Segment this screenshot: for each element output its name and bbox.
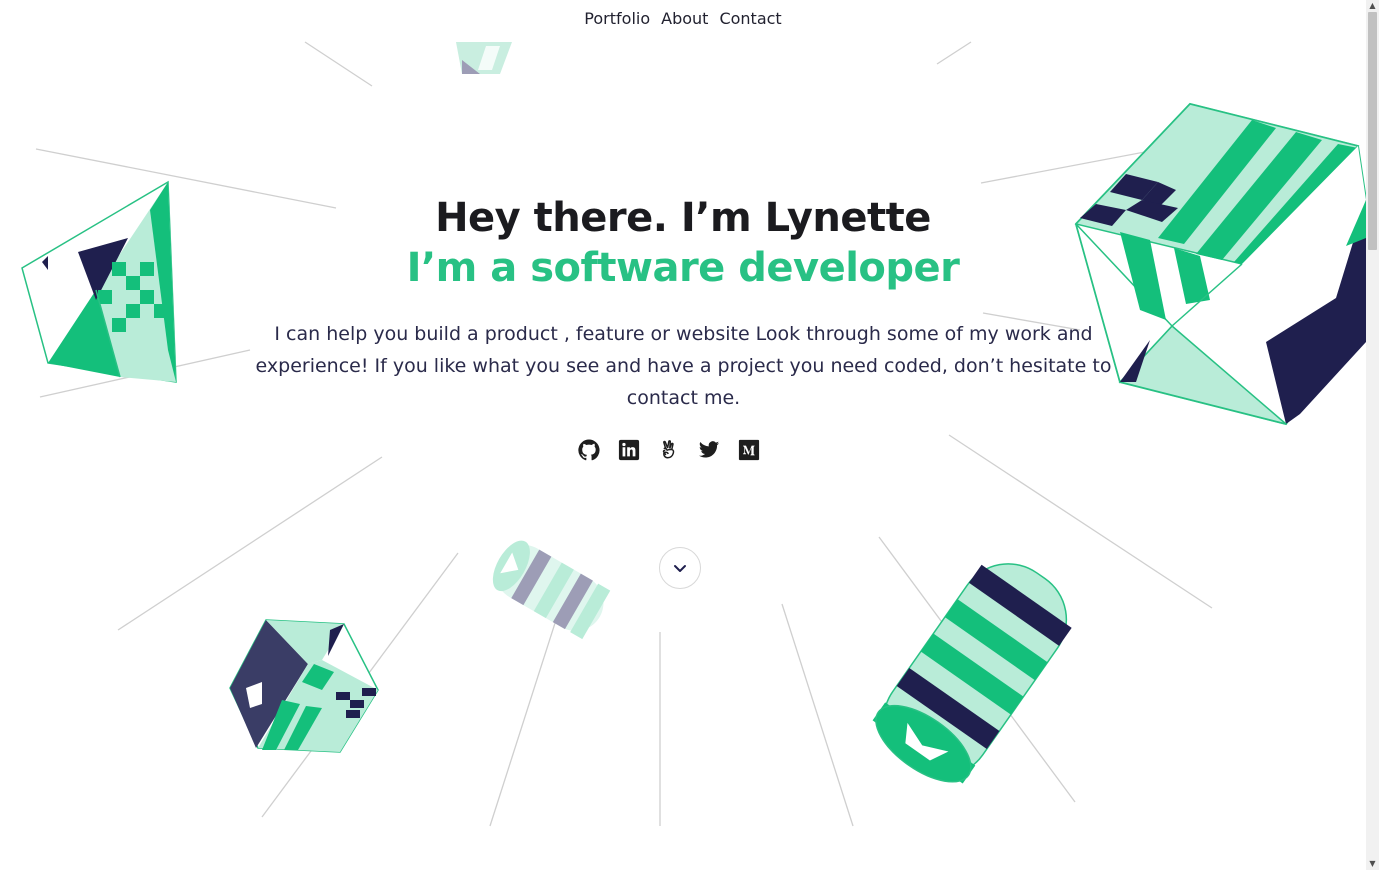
chevron-down-icon (674, 565, 686, 572)
medium-icon[interactable] (738, 439, 760, 461)
hero-subtitle: I’m a software developer (406, 245, 960, 291)
scroll-up-arrow-icon[interactable]: ▲ (1366, 0, 1379, 12)
top-cube-shape (456, 42, 512, 74)
github-icon[interactable] (578, 439, 600, 461)
page-scrollbar[interactable]: ▲ ▼ (1366, 0, 1379, 870)
top-nav: Portfolio About Contact (0, 6, 1366, 30)
bottom-left-cube-shape (229, 619, 379, 753)
angellist-icon[interactable] (658, 439, 680, 461)
hero-title: Hey there. I’m Lynette (435, 195, 931, 241)
scroll-down-arrow-icon[interactable]: ▼ (1366, 858, 1379, 870)
hero-intro: I can help you build a product , feature… (255, 323, 1112, 409)
hero-decoration (21, 41, 1366, 827)
nav-portfolio[interactable]: Portfolio (584, 9, 650, 28)
nav-contact[interactable]: Contact (719, 9, 781, 28)
linkedin-icon[interactable] (618, 439, 640, 461)
scroll-down-button[interactable] (659, 547, 701, 589)
right-cylinder-shape (872, 563, 1072, 784)
nav-about[interactable]: About (661, 9, 708, 28)
social-links (578, 439, 760, 461)
center-cylinder-shape (492, 540, 611, 640)
scrollbar-thumb[interactable] (1368, 12, 1377, 250)
twitter-icon[interactable] (698, 439, 720, 461)
